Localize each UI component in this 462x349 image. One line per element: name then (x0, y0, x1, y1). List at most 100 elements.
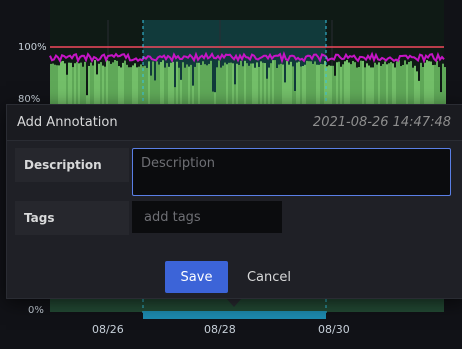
lower-series-bar (194, 66, 196, 105)
lower-series-bar (82, 66, 84, 105)
lower-series-bar (320, 64, 322, 105)
lower-series-bar (262, 62, 264, 105)
lower-series-bar (330, 65, 332, 105)
lower-series-bar (300, 66, 302, 105)
lower-series-bar (188, 66, 190, 105)
lower-series-bar (220, 67, 222, 105)
save-button[interactable]: Save (165, 261, 228, 293)
lower-series-fill (50, 60, 446, 105)
lower-series-bar (204, 64, 206, 105)
lower-series-bar (112, 62, 114, 105)
lower-series-bar (398, 60, 400, 105)
lower-series-bar (272, 60, 274, 105)
lower-series-bar (322, 64, 324, 105)
lower-series-bar (268, 67, 270, 105)
lower-series-bar (314, 61, 316, 105)
lower-series-bar (378, 62, 380, 105)
lower-series-bar (258, 66, 260, 105)
lower-series-bar (388, 63, 390, 105)
lower-series-bar (410, 61, 412, 105)
x-tick-0828: 08/28 (204, 323, 236, 336)
lower-series-bar (144, 65, 146, 105)
lower-series-bar (376, 64, 378, 105)
lower-series-bar (154, 80, 156, 105)
lower-series-bar (292, 66, 294, 105)
description-field[interactable] (132, 148, 451, 196)
lower-series-bar (328, 65, 330, 105)
lower-series-bar (362, 60, 364, 105)
annotation-range-bar[interactable] (143, 311, 326, 319)
lower-series-bar (442, 63, 444, 105)
lower-series-bar (266, 78, 268, 105)
lower-series-bar (76, 61, 78, 105)
lower-series-bar (110, 63, 112, 105)
lower-series-bar (278, 64, 280, 105)
lower-series-bar (346, 60, 348, 105)
lower-series-bar (304, 64, 306, 105)
lower-series-bar (58, 65, 60, 105)
lower-series-bar (54, 64, 56, 105)
lower-series-bar (96, 74, 98, 105)
lower-series-bar (386, 64, 388, 105)
lower-series-bar (152, 61, 154, 105)
lower-series-bar (218, 60, 220, 105)
lower-series-bar (88, 65, 90, 105)
lower-series-bar (254, 67, 256, 105)
lower-series-bar (62, 60, 64, 105)
lower-series-bar (186, 64, 188, 105)
lower-series-bar (312, 63, 314, 105)
lower-series-bar (94, 60, 96, 105)
lower-series-bar (260, 61, 262, 105)
lower-series-bar (200, 64, 202, 105)
lower-series-bar (114, 60, 116, 105)
lower-series-bar (216, 67, 218, 105)
description-label: Description (15, 148, 129, 182)
lower-series-bar (242, 66, 244, 105)
lower-series-bar (132, 65, 134, 105)
lower-series-bar (184, 67, 186, 105)
lower-series-bar (308, 61, 310, 105)
cancel-button[interactable]: Cancel (238, 261, 300, 293)
lower-series-bar (134, 63, 136, 105)
lower-series-bar (276, 67, 278, 105)
lower-series-bar (332, 65, 334, 105)
lower-series-bar (160, 62, 162, 105)
x-tick-0826: 08/26 (92, 323, 124, 336)
lower-series-bar (174, 87, 176, 105)
tags-input[interactable] (132, 201, 282, 233)
lower-series-bar (70, 62, 72, 105)
lower-series-bar (226, 64, 228, 105)
lower-series-bar (74, 63, 76, 105)
modal-pointer (226, 298, 242, 307)
lower-series-bar (166, 63, 168, 105)
lower-series-bar (368, 65, 370, 105)
lower-series-bar (412, 67, 414, 105)
lower-series-bar (430, 61, 432, 105)
lower-series-bar (390, 62, 392, 105)
lower-series-bar (106, 60, 108, 105)
lower-series-bar (136, 67, 138, 105)
lower-series-bar (290, 61, 292, 105)
lower-series-bar (150, 75, 152, 105)
lower-series-bar (282, 64, 284, 105)
lower-series-bar (120, 67, 122, 105)
lower-series-bar (208, 63, 210, 105)
lower-series-bar (436, 60, 438, 105)
lower-series-bar (212, 91, 214, 105)
lower-series-bar (338, 61, 340, 105)
lower-series-bar (72, 67, 74, 105)
lower-series-bar (130, 67, 132, 105)
lower-series-bar (416, 71, 418, 105)
lower-series-bar (234, 84, 236, 105)
lower-series-bar (274, 60, 276, 105)
lower-series-bar (240, 60, 242, 105)
lower-series-bar (394, 67, 396, 105)
lower-series-bar (68, 62, 70, 105)
tags-label: Tags (15, 201, 129, 235)
lower-series-bar (374, 62, 376, 105)
lower-series-bar (356, 67, 358, 105)
lower-series-bar (168, 66, 170, 105)
lower-series-bar (138, 66, 140, 105)
lower-series-bar (280, 63, 282, 105)
lower-series-bar (104, 66, 106, 105)
